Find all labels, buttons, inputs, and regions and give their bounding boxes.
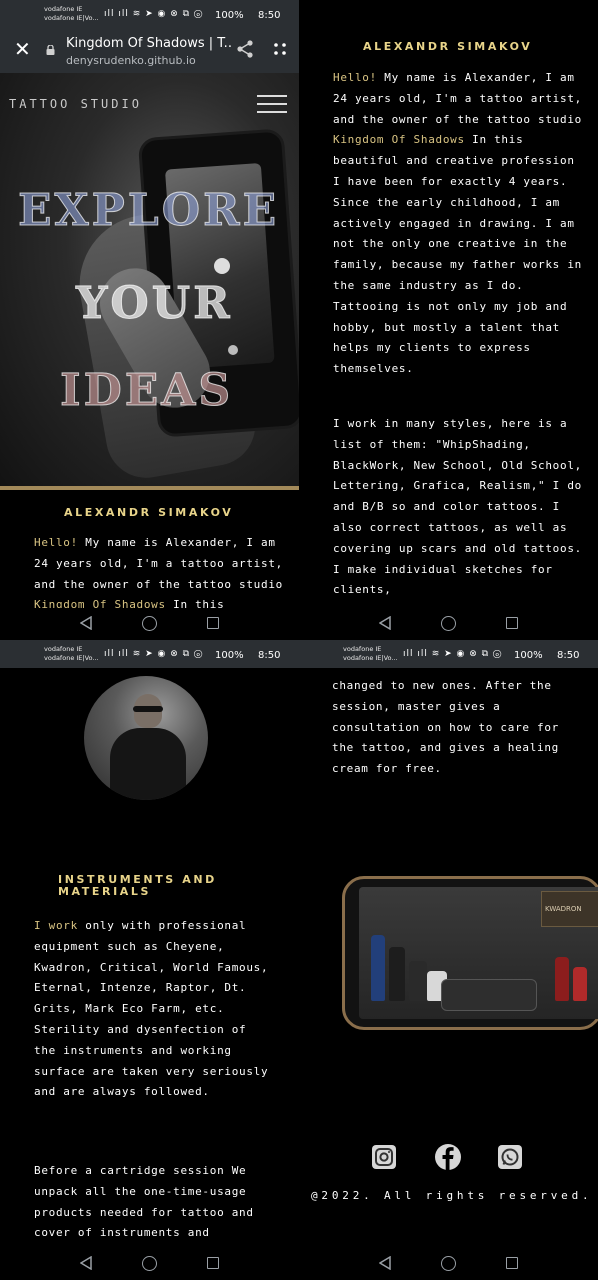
studio-label: TATTOO STUDIO bbox=[9, 97, 142, 111]
styles-paragraph: I work in many styles, here is a list of… bbox=[333, 417, 582, 597]
home-icon[interactable] bbox=[142, 616, 157, 631]
hero-word-explore: EXPLORE bbox=[17, 185, 280, 237]
back-icon[interactable] bbox=[379, 1256, 391, 1270]
hero-word-your: YOUR bbox=[76, 278, 233, 330]
status-icons: ıll ıll ≋ ➤ ◉ ⊗ ⧉ ⓞ bbox=[104, 9, 204, 19]
close-icon[interactable]: ✕ bbox=[14, 38, 31, 60]
android-nav-bar bbox=[299, 608, 598, 640]
status-bar: vodafone IE vodafone IE|Vo... ıll ıll ≋ … bbox=[299, 640, 598, 668]
clock: 8:50 bbox=[557, 650, 580, 661]
home-icon[interactable] bbox=[142, 1256, 157, 1271]
android-nav-bar bbox=[299, 1248, 598, 1280]
about-paragraph: Hello! My name is Alexander, I am 24 yea… bbox=[34, 536, 283, 608]
battery-level: 100% bbox=[514, 650, 543, 661]
back-icon[interactable] bbox=[379, 616, 391, 630]
hero-section: TATTOO STUDIO EXPLORE YOUR IDEAS bbox=[0, 73, 299, 490]
instagram-icon[interactable] bbox=[371, 1144, 397, 1170]
menu-icon[interactable] bbox=[257, 95, 287, 115]
recent-apps-icon[interactable] bbox=[506, 617, 518, 629]
recent-apps-icon[interactable] bbox=[207, 617, 219, 629]
hero-word-ideas: IDEAS bbox=[59, 365, 234, 417]
copyright-text: @2022. All rights reserved. bbox=[311, 1189, 593, 1202]
clock: 8:50 bbox=[258, 10, 281, 21]
battery-level: 100% bbox=[215, 650, 244, 661]
android-nav-bar bbox=[0, 1248, 299, 1280]
artist-name-heading: ALEXANDR SIMAKOV bbox=[64, 506, 234, 519]
whatsapp-icon[interactable] bbox=[497, 1144, 523, 1170]
clock: 8:50 bbox=[258, 650, 281, 661]
instruments-heading: INSTRUMENTS AND MATERIALS bbox=[58, 873, 217, 898]
browser-toolbar: ✕ Kingdom Of Shadows | T... denysrudenko… bbox=[0, 28, 299, 73]
status-bar: vodafone IE vodafone IE|Vo... ıll ıll ≋ … bbox=[0, 640, 299, 668]
aftercare-paragraph: changed to new ones. After the session, … bbox=[332, 679, 559, 776]
instruments-paragraph: I work only with professional equipment … bbox=[34, 919, 269, 1099]
page-title: Kingdom Of Shadows | T... bbox=[66, 36, 231, 51]
screen-4: vodafone IE vodafone IE|Vo... ıll ıll ≋ … bbox=[299, 640, 598, 1280]
carrier-info: vodafone IE vodafone IE|Vo... bbox=[343, 645, 398, 662]
status-icons: ıll ıll ≋ ➤ ◉ ⊗ ⧉ ⓞ bbox=[104, 649, 204, 659]
screen-3: vodafone IE vodafone IE|Vo... ıll ıll ≋ … bbox=[0, 640, 299, 1280]
back-icon[interactable] bbox=[80, 616, 92, 630]
screen-1: vodafone IE vodafone IE|Vo... ıll ıll ≋ … bbox=[0, 0, 299, 640]
back-icon[interactable] bbox=[80, 1256, 92, 1270]
artist-avatar bbox=[84, 676, 208, 800]
battery-level: 100% bbox=[215, 10, 244, 21]
android-nav-bar bbox=[0, 608, 299, 640]
home-icon[interactable] bbox=[441, 616, 456, 631]
share-icon[interactable] bbox=[236, 39, 254, 59]
carrier-info: vodafone IE vodafone IE|Vo... bbox=[44, 645, 99, 662]
lock-icon bbox=[46, 45, 55, 55]
status-bar: vodafone IE vodafone IE|Vo... ıll ıll ≋ … bbox=[0, 0, 299, 28]
cartridge-paragraph: Before a cartridge session We unpack all… bbox=[34, 1164, 254, 1240]
screen-2: ALEXANDR SIMAKOV Hello! My name is Alexa… bbox=[299, 0, 598, 640]
recent-apps-icon[interactable] bbox=[207, 1257, 219, 1269]
facebook-icon[interactable] bbox=[434, 1143, 462, 1171]
status-icons: ıll ıll ≋ ➤ ◉ ⊗ ⧉ ⓞ bbox=[403, 649, 503, 659]
equipment-photo: KWADRON bbox=[342, 876, 598, 1030]
artist-name-heading: ALEXANDR SIMAKOV bbox=[363, 40, 533, 53]
about-paragraph: Hello! My name is Alexander, I am 24 yea… bbox=[333, 71, 582, 376]
carrier-info: vodafone IE vodafone IE|Vo... bbox=[44, 5, 99, 22]
page-url[interactable]: denysrudenko.github.io bbox=[66, 54, 196, 67]
home-icon[interactable] bbox=[441, 1256, 456, 1271]
more-options-icon[interactable] bbox=[272, 41, 288, 57]
recent-apps-icon[interactable] bbox=[506, 1257, 518, 1269]
